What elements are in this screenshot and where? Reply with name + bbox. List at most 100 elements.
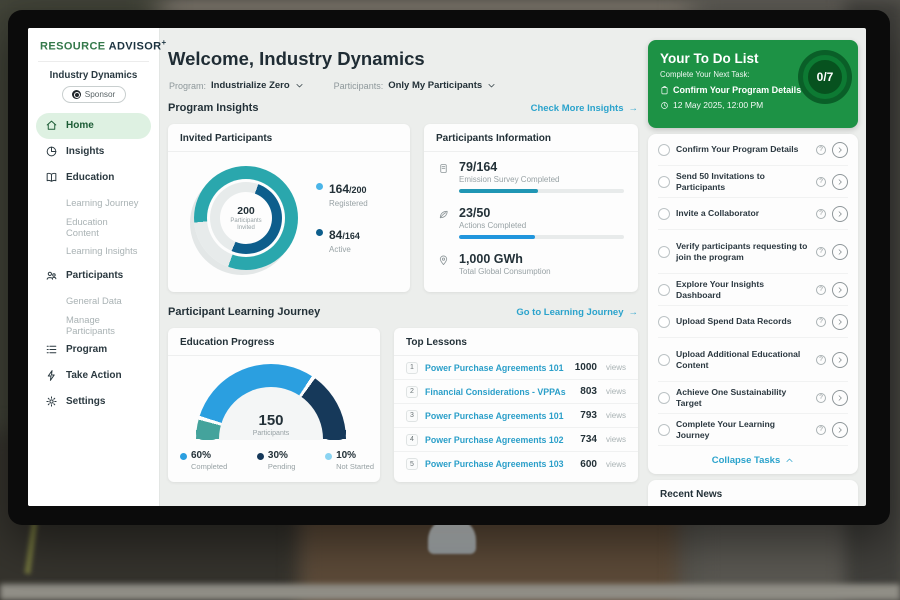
task-row[interactable]: Explore Your Insights Dashboard ? <box>658 274 848 306</box>
task-open-button[interactable] <box>832 142 848 158</box>
sidebar-item-general-data[interactable]: General Data <box>36 289 151 313</box>
sidebar-item-learning-insights[interactable]: Learning Insights <box>36 239 151 263</box>
lesson-rank: 2 <box>406 386 418 398</box>
lesson-row[interactable]: 5 Power Purchase Agreements 103 600 view… <box>394 452 638 476</box>
lesson-views: 734 <box>580 434 597 445</box>
task-checkbox[interactable] <box>658 144 670 156</box>
link-label: Check More Insights <box>531 103 624 114</box>
logo-resource: RESOURCE <box>40 41 106 53</box>
task-label: Upload Additional Educational Content <box>676 349 810 370</box>
legend-item-registered: 164/200 Registered <box>316 180 368 208</box>
lesson-row[interactable]: 1 Power Purchase Agreements 101 1000 vie… <box>394 356 638 380</box>
card-title: Participants Information <box>424 124 638 152</box>
legend-label: Not Started <box>336 462 374 471</box>
stat-progress-track <box>459 235 624 239</box>
lesson-rank: 3 <box>406 410 418 422</box>
participants-dropdown[interactable]: Participants: Only My Participants <box>334 80 497 91</box>
invited-donut-center: 200 Participants Invited <box>221 193 271 243</box>
task-open-button[interactable] <box>832 422 848 438</box>
sidebar-item-insights[interactable]: Insights <box>36 139 151 165</box>
task-checkbox[interactable] <box>658 176 670 188</box>
insights-icon <box>45 145 58 158</box>
education-gauge-chart: 150 Participants <box>196 364 346 440</box>
task-row[interactable]: Verify participants requesting to join t… <box>658 230 848 274</box>
task-checkbox[interactable] <box>658 208 670 220</box>
org-name: Industry Dynamics <box>28 70 159 81</box>
legend-label: Pending <box>268 462 296 471</box>
task-checkbox[interactable] <box>658 392 670 404</box>
invited-donut-chart: 200 Participants Invited <box>194 166 298 270</box>
lesson-views-suffix: views <box>606 411 626 420</box>
sidebar-item-take-action[interactable]: Take Action <box>36 363 151 389</box>
stat-progress-track <box>459 189 624 193</box>
divider <box>38 61 149 62</box>
task-row[interactable]: Upload Spend Data Records ? <box>658 306 848 338</box>
actions-icon <box>438 209 449 220</box>
task-row[interactable]: Send 50 Invitations to Participants ? <box>658 166 848 198</box>
lesson-link[interactable]: Financial Considerations - VPPAs <box>425 387 573 397</box>
card-title: Invited Participants <box>168 124 410 152</box>
sidebar-item-label: Manage Participants <box>66 314 143 336</box>
task-checkbox[interactable] <box>658 316 670 328</box>
sidebar-item-settings[interactable]: Settings <box>36 389 151 415</box>
lesson-row[interactable]: 4 Power Purchase Agreements 102 734 view… <box>394 428 638 452</box>
task-row[interactable]: Achieve One Sustainability Target ? <box>658 382 848 414</box>
todo-due-label: 12 May 2025, 12:00 PM <box>673 100 763 110</box>
arrow-right-icon: → <box>629 103 639 114</box>
lesson-link[interactable]: Power Purchase Agreements 101 <box>425 411 573 421</box>
sidebar-item-manage-participants[interactable]: Manage Participants <box>36 313 151 337</box>
task-open-button[interactable] <box>832 314 848 330</box>
sidebar-item-participants[interactable]: Participants <box>36 263 151 289</box>
sidebar-item-learning-journey[interactable]: Learning Journey <box>36 191 151 215</box>
sponsor-badge[interactable]: Sponsor <box>62 86 126 103</box>
task-checkbox[interactable] <box>658 354 670 366</box>
task-label: Complete Your Learning Journey <box>676 419 810 440</box>
task-row[interactable]: Complete Your Learning Journey ? <box>658 414 848 446</box>
todo-progress-ring: 0/7 <box>803 55 847 99</box>
info-icon: ? <box>816 355 826 365</box>
task-open-button[interactable] <box>832 206 848 222</box>
stat-progress-fill <box>459 189 538 193</box>
task-checkbox[interactable] <box>658 246 670 258</box>
lesson-link[interactable]: Power Purchase Agreements 103 <box>425 459 573 469</box>
task-open-button[interactable] <box>832 352 848 368</box>
lesson-row[interactable]: 2 Financial Considerations - VPPAs 803 v… <box>394 380 638 404</box>
todo-task-list: Confirm Your Program Details ? Send 50 I… <box>648 134 858 474</box>
task-row[interactable]: Confirm Your Program Details ? <box>658 134 848 166</box>
task-open-button[interactable] <box>832 174 848 190</box>
sidebar-nav: Home Insights Education Learning Journey… <box>28 103 159 415</box>
go-to-learning-journey-link[interactable]: Go to Learning Journey → <box>516 307 638 318</box>
stat-value: 79/164 <box>459 160 624 174</box>
sidebar-item-label: Learning Journey <box>66 197 138 208</box>
stat-label: Actions Completed <box>459 221 624 230</box>
task-label: Confirm Your Program Details <box>676 144 810 155</box>
program-dropdown[interactable]: Program: Industrialize Zero <box>169 80 304 91</box>
learning-journey-title: Participant Learning Journey <box>168 306 320 318</box>
task-checkbox[interactable] <box>658 284 670 296</box>
lesson-row[interactable]: 3 Power Purchase Agreements 101 793 view… <box>394 404 638 428</box>
lesson-link[interactable]: Power Purchase Agreements 102 <box>425 435 573 445</box>
task-checkbox[interactable] <box>658 424 670 436</box>
task-open-button[interactable] <box>832 282 848 298</box>
sidebar-item-education-content[interactable]: Education Content <box>36 215 151 239</box>
task-row[interactable]: Upload Additional Educational Content ? <box>658 338 848 382</box>
lesson-link[interactable]: Power Purchase Agreements 101 <box>425 363 568 373</box>
education-legend: 60% Completed 30% Pending 10% Not Starte… <box>180 450 374 471</box>
sidebar-item-program[interactable]: Program <box>36 337 151 363</box>
lesson-views-suffix: views <box>606 435 626 444</box>
recent-news-card: Recent News <box>648 480 858 506</box>
sidebar-item-home[interactable]: Home <box>36 113 151 139</box>
sidebar: RESOURCE ADVISOR+ Industry Dynamics Spon… <box>28 28 160 506</box>
info-icon: ? <box>816 317 826 327</box>
task-open-button[interactable] <box>832 390 848 406</box>
card-title: Education Progress <box>168 328 380 356</box>
legend-item-not-started: 10% Not Started <box>325 450 374 471</box>
legend-denominator: /200 <box>349 185 367 195</box>
sponsor-badge-icon <box>72 90 81 99</box>
task-open-button[interactable] <box>832 244 848 260</box>
collapse-tasks-link[interactable]: Collapse Tasks <box>658 446 848 474</box>
todo-counter: 0/7 <box>817 70 834 84</box>
check-more-insights-link[interactable]: Check More Insights → <box>531 103 638 114</box>
sidebar-item-education[interactable]: Education <box>36 165 151 191</box>
task-row[interactable]: Invite a Collaborator ? <box>658 198 848 230</box>
